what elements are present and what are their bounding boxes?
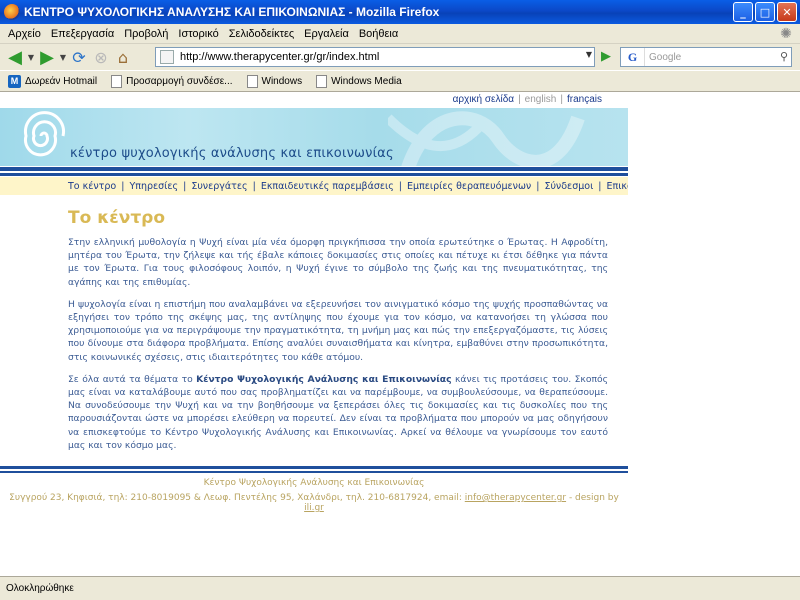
go-button[interactable]: ▶ [598,49,614,65]
menu-help[interactable]: Βοήθεια [354,28,403,40]
logo-spiral-icon [24,111,65,157]
bookmark-customize-links[interactable]: Προσαρμογή συνδέσε... [111,74,233,88]
status-text: Ολοκληρώθηκε [6,583,74,594]
footer-address: Συγγρού 23, Κηφισιά, τηλ: 210-8019095 & … [9,493,619,513]
search-input[interactable]: Google [645,52,681,63]
url-text[interactable]: http://www.therapycenter.gr/gr/index.htm… [180,51,379,63]
menu-view[interactable]: Προβολή [119,28,173,40]
status-bar: Ολοκληρώθηκε [0,576,800,600]
page-footer: Κέντρο Ψυχολογικής Ανάλυσης και Επικοινω… [0,478,628,513]
window-controls: _ □ ✕ [733,2,797,22]
forward-button[interactable]: ▶ [36,46,58,68]
reload-button[interactable]: ⟳ [68,46,90,68]
nav-partners[interactable]: Συνεργάτες [191,181,247,192]
page-icon [316,74,328,88]
home-button[interactable]: ⌂ [112,46,134,68]
language-links: αρχική σελίδα | english | français [452,94,602,105]
forward-dropdown-icon[interactable]: ▼ [58,53,68,62]
hotmail-icon: M [8,74,21,88]
paragraph-myth: Στην ελληνική μυθολογία η Ψυχή είναι μία… [68,237,608,288]
page-icon [246,74,258,88]
page-margin [628,92,800,576]
back-button[interactable]: ◀ [4,46,26,68]
footer-stripe-lower [0,471,628,473]
header-stripe-lower [0,173,628,176]
window-title: ΚΕΝΤΡΟ ΨΥΧΟΛΟΓΙΚΗΣ ΑΝΑΛΥΣΗΣ ΚΑΙ ΕΠΙΚΟΙΝΩ… [24,5,440,19]
menu-edit[interactable]: Επεξεργασία [46,28,119,40]
url-bar[interactable]: http://www.therapycenter.gr/gr/index.htm… [155,47,595,67]
main-article: Το κέντρο Στην ελληνική μυθολογία η Ψυχή… [68,208,608,461]
search-engine-icon[interactable]: G [621,48,645,66]
center-name-bold: Κέντρο Ψυχολογικής Ανάλυσης και Επικοινω… [196,373,452,385]
bookmark-hotmail[interactable]: M Δωρεάν Hotmail [8,74,97,88]
english-link[interactable]: english [525,94,557,105]
nav-experiences[interactable]: Εμπειρίες θεραπευόμενων [407,181,531,192]
minimize-button[interactable]: _ [733,2,753,22]
footer-designer-link[interactable]: ili.gr [304,503,324,513]
banner-swirl-decoration-icon [388,111,585,166]
home-link[interactable]: αρχική σελίδα [453,94,514,105]
paragraph-center: Σε όλα αυτά τα θέματα το Κέντρο Ψυχολογι… [68,373,609,451]
search-icon[interactable]: ⚲ [780,50,788,63]
title-bar: ΚΕΝΤΡΟ ΨΥΧΟΛΟΓΙΚΗΣ ΑΝΑΛΥΣΗΣ ΚΑΙ ΕΠΙΚΟΙΝΩ… [0,0,800,24]
nav-services[interactable]: Υπηρεσίες [129,181,178,192]
bookmark-windows-media[interactable]: Windows Media [316,74,402,88]
nav-center[interactable]: Το κέντρο [68,181,116,192]
bookmark-windows[interactable]: Windows [246,74,302,88]
url-dropdown-icon[interactable]: ▼ [586,50,592,59]
web-page: αρχική σελίδα | english | français κέντρο ψυ… [0,92,664,576]
firefox-icon [4,4,20,20]
menu-file[interactable]: Αρχείο [3,28,46,40]
page-favicon-icon [160,50,174,64]
menu-history[interactable]: Ιστορικό [173,28,223,40]
footer-center-name: Κέντρο Ψυχολογικής Ανάλυσης και Επικοινω… [203,478,425,488]
close-button[interactable]: ✕ [777,2,797,22]
nav-educational[interactable]: Εκπαιδευτικές παρεμβάσεις [261,181,394,192]
site-banner: κέντρο ψυχολογικής ανάλυσης και επικοινω… [0,108,628,166]
site-navigation: Το κέντρο | Υπηρεσίες | Συνεργάτες | Εκπαιδ… [0,177,664,195]
menu-bookmarks[interactable]: Σελιδοδείκτες [224,28,299,40]
back-dropdown-icon[interactable]: ▼ [26,53,36,62]
site-title: κέντρο ψυχολογικής ανάλυσης και επικοινω… [70,146,394,161]
footer-email-link[interactable]: info@therapycenter.gr [465,493,566,503]
bookmarks-toolbar: M Δωρεάν Hotmail Προσαρμογή συνδέσε... W… [0,70,800,92]
navigation-toolbar: ◀ ▼ ▶ ▼ ⟳ ⊗ ⌂ http://www.therapycenter.g… [0,44,800,70]
nav-links[interactable]: Σύνδεσμοι [544,181,593,192]
menu-bar: Αρχείο Επεξεργασία Προβολή Ιστορικό Σελι… [0,24,800,44]
stop-button[interactable]: ⊗ [90,46,112,68]
page-viewport[interactable]: αρχική σελίδα | english | français κέντρο ψυ… [0,92,800,576]
page-heading: Το κέντρο [68,208,166,228]
throbber-icon: ✺ [780,26,792,42]
french-link[interactable]: français [567,94,602,105]
search-box[interactable]: G Google ⚲ [620,47,792,67]
paragraph-psychology: Η ψυχολογία είναι η επιστήμη που αναλαμβ… [68,298,608,363]
menu-tools[interactable]: Εργαλεία [299,28,354,40]
page-icon [111,74,123,88]
maximize-button[interactable]: □ [755,2,775,22]
